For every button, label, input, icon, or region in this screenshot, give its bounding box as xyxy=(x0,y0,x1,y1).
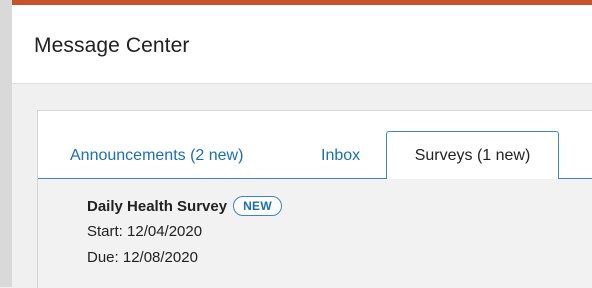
tab-announcements[interactable]: Announcements (2 new) xyxy=(70,147,243,165)
survey-due-date: Due: 12/08/2020 xyxy=(87,249,198,266)
left-edge xyxy=(0,0,12,287)
survey-list: Daily Health Survey NEW Start: 12/04/202… xyxy=(38,179,592,288)
page-title: Message Center xyxy=(34,34,190,57)
survey-title-row: Daily Health Survey NEW xyxy=(87,195,282,217)
survey-start-date: Start: 12/04/2020 xyxy=(87,223,203,240)
new-badge: NEW xyxy=(233,196,282,216)
survey-title[interactable]: Daily Health Survey xyxy=(87,198,227,215)
page-header: Message Center xyxy=(12,5,592,84)
tab-bar: Announcements (2 new) Inbox Surveys (1 n… xyxy=(38,111,592,178)
tab-surveys[interactable]: Surveys (1 new) xyxy=(386,131,559,178)
message-panel: Announcements (2 new) Inbox Surveys (1 n… xyxy=(37,110,592,288)
tab-inbox[interactable]: Inbox xyxy=(321,147,360,165)
list-item[interactable]: Daily Health Survey NEW Start: 12/04/202… xyxy=(87,195,282,269)
